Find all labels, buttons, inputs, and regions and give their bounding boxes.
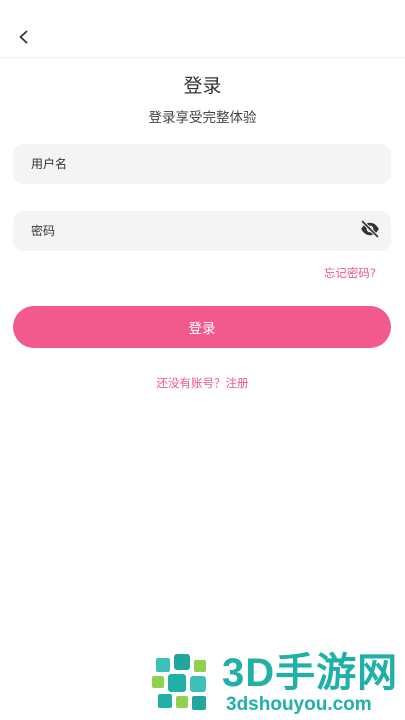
username-field[interactable] — [13, 144, 391, 184]
top-bar — [0, 0, 405, 58]
login-button[interactable]: 登录 — [13, 306, 391, 348]
forgot-password-link[interactable]: 忘记密码? — [324, 265, 376, 281]
password-visibility-toggle[interactable] — [359, 219, 381, 243]
username-input[interactable] — [31, 144, 331, 184]
watermark: 3D手游网 3dshouyou.com — [150, 648, 405, 720]
password-field[interactable] — [13, 211, 391, 251]
password-input[interactable] — [31, 211, 331, 251]
back-button[interactable] — [12, 26, 36, 50]
watermark-text: 3D手游网 — [222, 651, 399, 695]
page-title: 登录 — [183, 75, 222, 97]
watermark-logo-icon — [150, 652, 214, 716]
watermark-url: 3dshouyou.com — [226, 694, 372, 715]
eye-off-icon — [360, 219, 380, 243]
register-link[interactable]: 还没有账号？注册 — [0, 375, 405, 391]
page-subtitle: 登录享受完整体验 — [148, 110, 257, 126]
chevron-left-icon — [17, 29, 31, 48]
